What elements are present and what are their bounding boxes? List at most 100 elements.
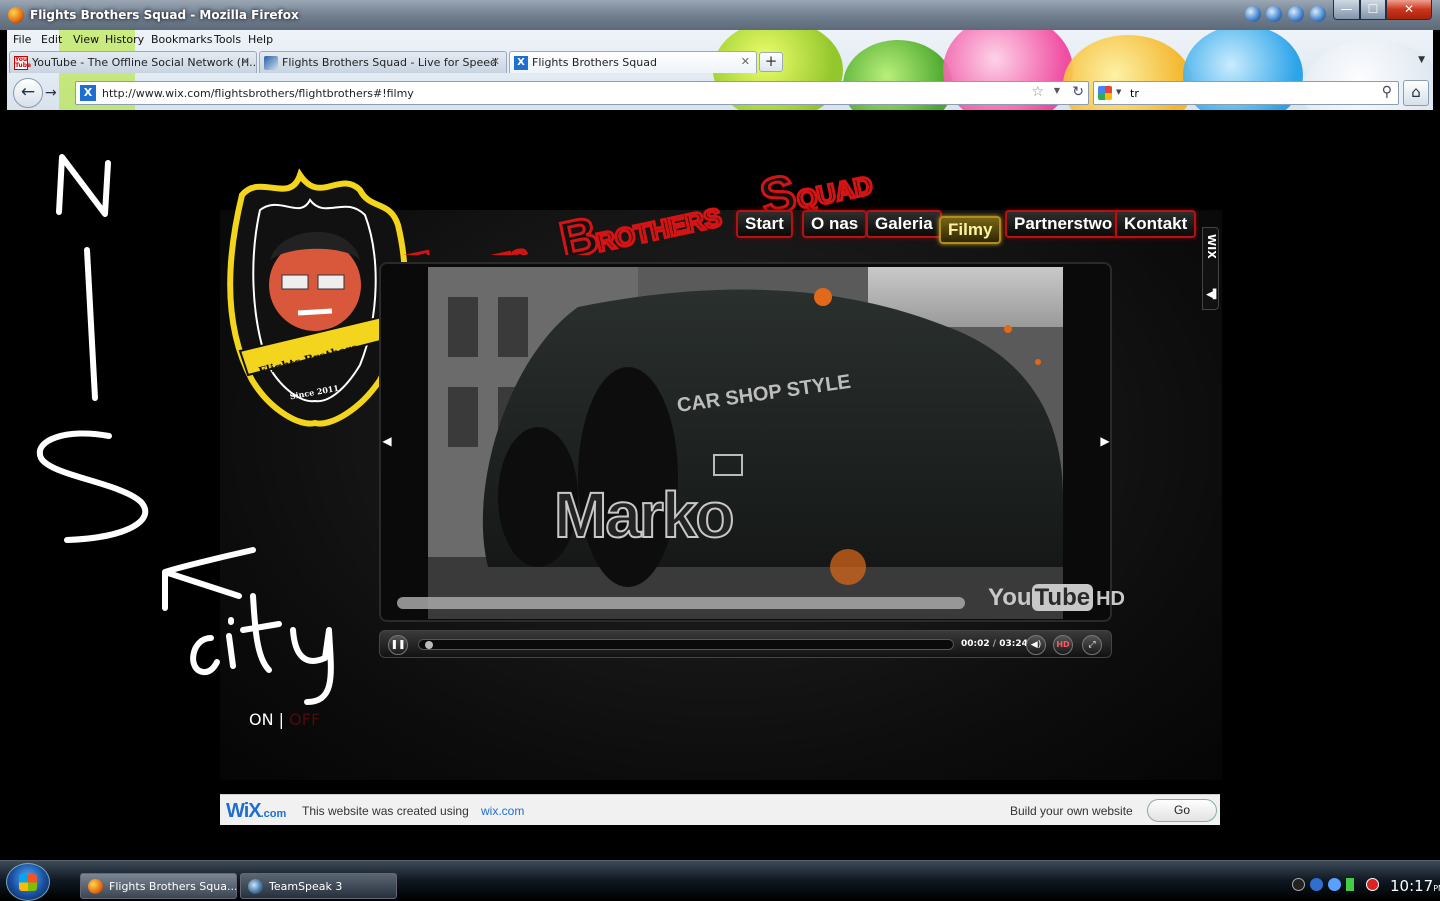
seek-bar[interactable]	[418, 639, 954, 650]
reload-icon[interactable]: ↻	[1072, 84, 1084, 100]
taskbar-clock[interactable]: 10:17PM	[1390, 877, 1440, 895]
minimize-button[interactable]: —	[1333, 0, 1360, 20]
hd-toggle-button[interactable]: HD	[1053, 635, 1073, 655]
nav-galeria[interactable]: Galeria	[866, 210, 942, 238]
toggle-on[interactable]: ON	[249, 710, 274, 729]
menu-bookmarks[interactable]: Bookmarks	[151, 33, 212, 46]
firefox-icon	[8, 7, 24, 23]
search-input[interactable]: tr	[1130, 87, 1139, 100]
youtube-logo[interactable]: You Tube HD	[988, 584, 1125, 612]
titlebar-extension-icon[interactable]	[1245, 6, 1261, 22]
handwritten-letter-i	[84, 247, 98, 401]
previous-video-arrow[interactable]: ◀	[379, 432, 395, 450]
taskbar-item-label: Flights Brothers Squa...	[109, 880, 237, 893]
menu-bar: File Edit View History Bookmarks Tools H…	[7, 30, 1433, 50]
tray-status-icon[interactable]	[1366, 878, 1379, 891]
brand-word-f-rest: LIGHTS	[432, 243, 531, 255]
brand-word-s-rest: QUAD	[794, 170, 875, 215]
pause-icon: ❚❚	[390, 640, 406, 650]
start-button[interactable]	[6, 863, 50, 901]
nav-o-nas[interactable]: O nas	[802, 210, 868, 238]
search-engine-dropdown-icon[interactable]: ▼	[1116, 88, 1121, 96]
video-controls: ❚❚ 00:02 / 03:24 ◀) HD ⤢	[379, 630, 1112, 658]
nav-partnerstwo[interactable]: Partnerstwo	[1005, 210, 1122, 238]
tray-app-icon[interactable]	[1328, 878, 1341, 891]
pause-button[interactable]: ❚❚	[388, 635, 408, 655]
tab-label: Flights Brothers Squad	[532, 56, 657, 69]
video-frame-image[interactable]: CAR SHOP STYLE	[428, 267, 1063, 619]
video-player[interactable]: CAR SHOP STYLE ◀ ▶	[379, 262, 1112, 622]
url-bar[interactable]: X http://www.wix.com/flightsbrothers/fli…	[75, 81, 1089, 105]
search-bar[interactable]: ▼ tr ⚲	[1093, 81, 1399, 105]
taskbar-item-teamspeak[interactable]: TeamSpeak 3	[240, 873, 397, 899]
youtube-logo-tube: Tube	[1031, 584, 1094, 611]
toggle-off[interactable]: OFF	[289, 710, 320, 729]
menu-view[interactable]: View	[73, 33, 99, 46]
menu-tools[interactable]: Tools	[214, 33, 241, 46]
wix-logo-text: WiX	[226, 800, 262, 822]
wix-side-tab[interactable]: WIX ◀▌	[1202, 227, 1220, 310]
video-caption: Marko	[553, 478, 735, 552]
wix-logo[interactable]: WiX.com	[226, 800, 286, 823]
close-window-button[interactable]: ✕	[1386, 0, 1432, 20]
home-button[interactable]: ⌂	[1403, 80, 1429, 106]
handwritten-letter-t	[240, 593, 282, 673]
taskbar-item-label: TeamSpeak 3	[269, 880, 343, 893]
tray-arrow-icon[interactable]	[1292, 878, 1305, 891]
close-tab-icon[interactable]: ✕	[741, 55, 750, 68]
url-history-dropdown-icon[interactable]: ▼	[1054, 86, 1060, 95]
magnifier-icon[interactable]: ⚲	[1382, 84, 1392, 100]
clock-suffix: PM	[1433, 884, 1440, 893]
nav-filmy[interactable]: Filmy	[939, 216, 1002, 244]
tray-signal-icon[interactable]	[1346, 878, 1359, 891]
buffer-bar	[397, 597, 965, 609]
back-button[interactable]: ←	[13, 78, 43, 108]
nav-start[interactable]: Start	[736, 210, 793, 238]
share-icon: ◀▌	[1206, 290, 1220, 300]
forward-button[interactable]: →	[45, 83, 65, 103]
menu-help[interactable]: Help	[248, 33, 273, 46]
volume-button[interactable]: ◀)	[1026, 635, 1046, 655]
close-tab-icon[interactable]: ✕	[491, 55, 500, 68]
seek-thumb[interactable]	[425, 641, 433, 649]
close-tab-icon[interactable]: ✕	[241, 55, 250, 68]
taskbar-item-firefox[interactable]: Flights Brothers Squa...	[80, 873, 237, 899]
wix-banner-link[interactable]: wix.com	[481, 804, 524, 818]
tab-list-chevron-icon[interactable]: ▼	[1418, 55, 1425, 65]
titlebar-extension-icon[interactable]	[1310, 6, 1326, 22]
titlebar-extension-icon[interactable]	[1288, 6, 1304, 22]
music-toggle[interactable]: ON | OFF	[249, 710, 320, 729]
firefox-icon	[88, 879, 103, 894]
wix-promo-banner: WiX.com This website was created using w…	[220, 794, 1220, 825]
tab-flights-brothers[interactable]: X Flights Brothers Squad ✕	[509, 51, 757, 73]
window-title: Flights Brothers Squad - Mozilla Firefox	[30, 8, 299, 22]
go-button[interactable]: Go	[1147, 799, 1217, 822]
google-icon[interactable]	[1098, 86, 1112, 100]
menu-edit[interactable]: Edit	[41, 33, 62, 46]
menu-history[interactable]: History	[105, 33, 144, 46]
brand-letter-f: F	[396, 241, 439, 255]
titlebar-extension-icon[interactable]	[1266, 6, 1282, 22]
duration: 03:24	[999, 639, 1028, 649]
forward-arrow-icon: →	[45, 85, 57, 101]
maximize-button[interactable]: ☐	[1360, 0, 1386, 20]
fullscreen-icon: ⤢	[1088, 640, 1096, 650]
site-favicon-icon: X	[80, 85, 96, 101]
browser-chrome: File Edit View History Bookmarks Tools H…	[7, 30, 1433, 110]
nav-kontakt[interactable]: Kontakt	[1115, 210, 1197, 238]
menu-file[interactable]: File	[13, 33, 31, 46]
tab-lfs[interactable]: Flights Brothers Squad - Live for Speed …	[259, 51, 507, 73]
current-time: 00:02	[961, 639, 990, 649]
handwritten-letter-s	[36, 430, 149, 543]
wix-banner-text: This website was created using	[302, 804, 469, 818]
brand-word-b-rest: ROTHERS	[594, 202, 725, 255]
fullscreen-button[interactable]: ⤢	[1082, 635, 1102, 655]
tab-youtube[interactable]: You Tube YouTube - The Offline Social Net…	[9, 51, 257, 73]
url-text[interactable]: http://www.wix.com/flightsbrothers/fligh…	[102, 87, 414, 100]
tray-network-icon[interactable]	[1310, 878, 1323, 891]
wix-side-label: WIX	[1205, 234, 1218, 259]
star-icon[interactable]: ☆	[1031, 84, 1044, 100]
next-video-arrow[interactable]: ▶	[1097, 432, 1113, 450]
page-content: N Flights Brothers Squad Since 2011 F LI…	[7, 110, 1433, 860]
new-tab-button[interactable]: +	[759, 52, 783, 72]
